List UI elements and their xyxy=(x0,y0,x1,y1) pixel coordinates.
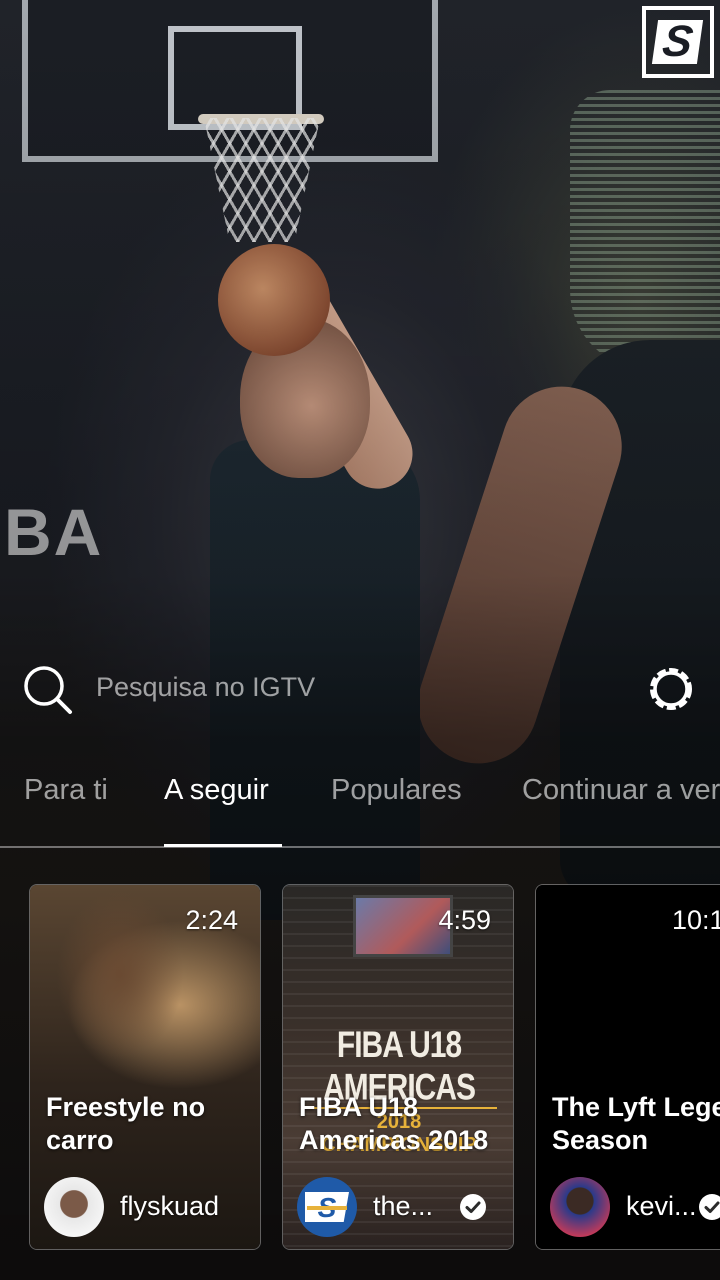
video-card[interactable]: FIBA U18 AMERICAS 2018 CHAMPIONSHIP 4:59… xyxy=(282,884,514,1250)
creator-row[interactable]: flyskuad xyxy=(44,1175,260,1239)
tab-a-seguir[interactable]: A seguir xyxy=(164,774,269,807)
creator-row[interactable]: S the... xyxy=(297,1175,513,1239)
video-title: FIBA U18 Americas 2018 xyxy=(299,1092,489,1155)
creator-row[interactable]: kevi... xyxy=(550,1175,720,1239)
active-tab-indicator xyxy=(164,844,282,847)
igtv-screen: BA S Pesquisa no IGTV Para ti A seguir P… xyxy=(0,0,720,1280)
username[interactable]: flyskuad xyxy=(120,1191,219,1222)
tab-bar: Para ti A seguir Populares Continuar a v… xyxy=(0,760,720,848)
username[interactable]: kevi... xyxy=(626,1191,697,1222)
verified-badge-icon xyxy=(460,1194,486,1220)
tab-continuar-a-ver[interactable]: Continuar a ver xyxy=(522,774,720,807)
video-duration: 2:24 xyxy=(185,905,238,935)
video-card[interactable]: 2:24 Freestyle no carro flyskuad xyxy=(29,884,261,1250)
search-bar[interactable]: Pesquisa no IGTV xyxy=(0,660,720,720)
brand-s-icon: S xyxy=(305,1192,349,1222)
video-card[interactable]: 10:1 The Lyft Legend Season kevi... xyxy=(535,884,720,1250)
avatar[interactable] xyxy=(550,1177,610,1237)
search-icon[interactable] xyxy=(22,664,74,716)
avatar[interactable]: S xyxy=(297,1177,357,1237)
tab-populares[interactable]: Populares xyxy=(331,774,462,807)
tab-para-ti[interactable]: Para ti xyxy=(24,774,108,807)
video-title: Freestyle no carro xyxy=(46,1092,206,1155)
verified-badge-icon xyxy=(699,1194,720,1220)
video-duration: 10:1 xyxy=(672,905,720,935)
search-input[interactable]: Pesquisa no IGTV xyxy=(96,672,315,703)
channel-logo[interactable]: S xyxy=(642,6,714,78)
video-title: The Lyft Legend Season xyxy=(552,1092,720,1155)
logo-letter: S xyxy=(652,17,704,66)
video-duration: 4:59 xyxy=(438,905,491,935)
gear-icon[interactable] xyxy=(644,662,698,716)
username[interactable]: the... xyxy=(373,1191,433,1222)
avatar[interactable] xyxy=(44,1177,104,1237)
